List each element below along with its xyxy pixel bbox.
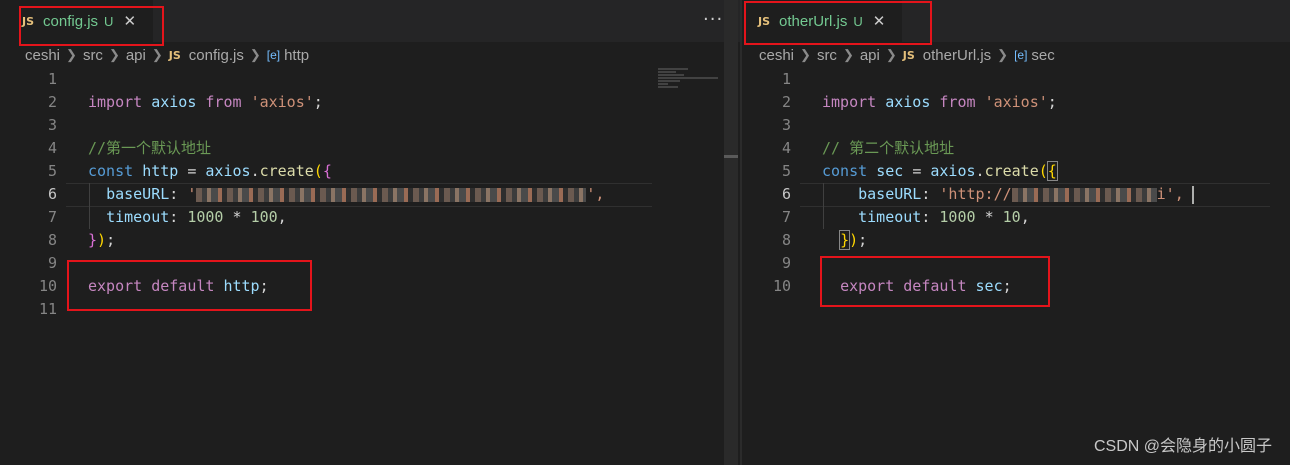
vertical-scrollbar[interactable] (1276, 68, 1290, 465)
code-line: 4//第一个默认地址 (47, 139, 212, 157)
tab-bar: JS otherUrl.js U ✕ (742, 0, 1290, 42)
code-line: 4// 第二个默认地址 (781, 139, 955, 157)
breadcrumb-folder-ceshi[interactable]: ceshi (25, 47, 60, 64)
code-line-active: 6 baseURL: ' ', (0, 183, 740, 207)
redacted-url (196, 187, 587, 202)
javascript-file-icon: JS (22, 14, 35, 28)
code-line: 8}); (47, 231, 116, 249)
code-line: 5 const sec = axios.create({ (781, 161, 1058, 181)
breadcrumb-file[interactable]: config.js (189, 47, 244, 64)
code-editor[interactable]: 1 2 import axios from 'axios'; 3 4//第一个默认… (0, 68, 740, 465)
javascript-file-icon: JS (758, 14, 771, 28)
breadcrumb: ceshi ❯ src ❯ api ❯ JS otherUrl.js ❯ [e]… (742, 42, 1290, 68)
breadcrumb-folder-api[interactable]: api (860, 47, 880, 64)
vertical-scrollbar[interactable] (724, 0, 738, 465)
editor-pane-left: JS config.js U ✕ ··· ceshi ❯ src ❯ api ❯… (0, 0, 740, 465)
breadcrumb-folder-src[interactable]: src (83, 47, 103, 64)
code-line: 2 import axios from 'axios'; (47, 93, 323, 111)
close-icon[interactable]: ✕ (873, 12, 886, 30)
breadcrumb-folder-src[interactable]: src (817, 47, 837, 64)
editor-pane-right: JS otherUrl.js U ✕ ceshi ❯ src ❯ api ❯ J… (742, 0, 1290, 465)
untracked-badge: U (853, 13, 863, 29)
chevron-right-icon: ❯ (885, 47, 897, 62)
watermark: CSDN @会隐身的小圆子 (1093, 438, 1272, 455)
chevron-right-icon: ❯ (842, 47, 854, 62)
redacted-url (1011, 187, 1157, 202)
close-icon[interactable]: ✕ (123, 12, 136, 30)
code-editor[interactable]: 1 2 import axios from 'axios'; 3 4// 第二个默… (742, 68, 1290, 465)
code-line: 3 (781, 116, 791, 134)
minimap[interactable] (658, 68, 718, 108)
variable-symbol-icon: [e] (266, 48, 281, 62)
untracked-badge: U (104, 13, 114, 29)
code-line: 1 (47, 70, 57, 88)
indent-guide (89, 183, 90, 229)
tab-config-js[interactable]: JS config.js U ✕ (0, 0, 153, 42)
code-line-active: 6 baseURL: 'http://i', (742, 183, 1290, 207)
chevron-right-icon: ❯ (108, 47, 120, 62)
chevron-right-icon: ❯ (66, 47, 77, 62)
breadcrumb-folder-api[interactable]: api (126, 47, 146, 64)
javascript-file-icon: JS (168, 48, 181, 62)
code-line: 5 const http = axios.create({ (47, 162, 332, 180)
breadcrumb-file[interactable]: otherUrl.js (923, 47, 991, 64)
breadcrumb-symbol[interactable]: sec (1031, 47, 1054, 64)
javascript-file-icon: JS (902, 48, 915, 62)
chevron-right-icon: ❯ (997, 47, 1009, 62)
text-cursor (1191, 185, 1194, 204)
indent-guide (823, 183, 824, 229)
tab-label: otherUrl.js (779, 12, 848, 30)
variable-symbol-icon: [e] (1014, 48, 1028, 62)
code-line: 7 timeout: 1000 * 10, (781, 208, 1030, 226)
code-line: 9 (47, 254, 57, 272)
chevron-right-icon: ❯ (151, 47, 163, 62)
chevron-right-icon: ❯ (249, 47, 261, 62)
code-line: 9 (781, 254, 791, 272)
code-line: 2 import axios from 'axios'; (781, 93, 1057, 111)
breadcrumb-folder-ceshi[interactable]: ceshi (759, 47, 794, 64)
code-line: 1 (781, 70, 791, 88)
more-actions-icon[interactable]: ··· (703, 9, 723, 30)
tab-bar: JS config.js U ✕ ··· (0, 0, 740, 42)
code-line: 7 timeout: 1000 * 100, (47, 208, 287, 226)
breadcrumb-symbol[interactable]: http (284, 47, 309, 64)
tab-label: config.js (43, 12, 99, 30)
code-line: 10 export default sec; (772, 277, 1012, 295)
code-line: 11 (38, 300, 57, 318)
tab-otherurl-js[interactable]: JS otherUrl.js U ✕ (742, 0, 902, 42)
breadcrumb: ceshi ❯ src ❯ api ❯ JS config.js ❯ [e] h… (0, 42, 740, 68)
code-line: 8 }); (781, 230, 868, 250)
code-line: 10 export default http; (38, 277, 269, 295)
chevron-right-icon: ❯ (800, 47, 811, 62)
code-line: 3 (47, 116, 57, 134)
